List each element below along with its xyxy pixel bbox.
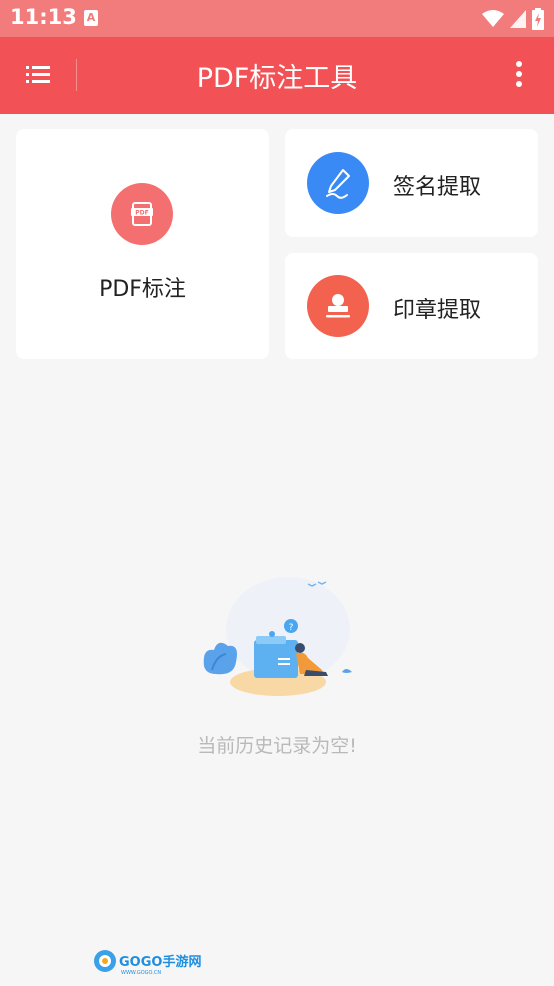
empty-history-illustration: ? [203,577,352,696]
stamp-extract-card[interactable]: 印章提取 [285,253,538,359]
battery-icon [532,8,544,30]
pen-sign-icon [326,169,350,199]
signature-icon-circle [307,152,369,214]
signal-icon [510,10,526,28]
stamp-icon [326,294,350,318]
pdf-file-icon: PDF [131,202,153,226]
svg-text:GOGO手游网: GOGO手游网 [119,954,201,970]
gogo-watermark-logo: GOGO手游网 WWW.GOGO.CN [94,950,201,976]
wifi-icon [482,10,504,27]
status-icons [482,8,544,30]
pdf-icon-circle: PDF [111,183,173,245]
pdf-annotate-card[interactable]: PDF PDF标注 [16,129,269,359]
empty-history-message: 当前历史记录为空! [197,735,357,757]
stamp-extract-label: 印章提取 [393,298,482,323]
stamp-icon-circle [307,275,369,337]
pdf-annotate-label: PDF标注 [99,277,186,302]
svg-text:WWW.GOGO.CN: WWW.GOGO.CN [121,970,161,976]
app-bar: PDF标注工具 [0,37,554,114]
svg-text:PDF: PDF [135,210,148,217]
app-screen: 11:13 A PDF标注工具 PDF PDF标注 签名提取 印章提取 ? 当前… [0,0,554,986]
app-title: PDF标注工具 [196,63,358,94]
signature-extract-card[interactable]: 签名提取 [285,129,538,237]
notification-icon: A [84,10,98,26]
more-options-button[interactable] [514,61,524,91]
more-vertical-icon [516,61,522,67]
status-bar: 11:13 A [0,0,554,37]
svg-text:?: ? [289,623,294,633]
status-time: 11:13 [10,5,77,29]
signature-extract-label: 签名提取 [393,175,482,200]
